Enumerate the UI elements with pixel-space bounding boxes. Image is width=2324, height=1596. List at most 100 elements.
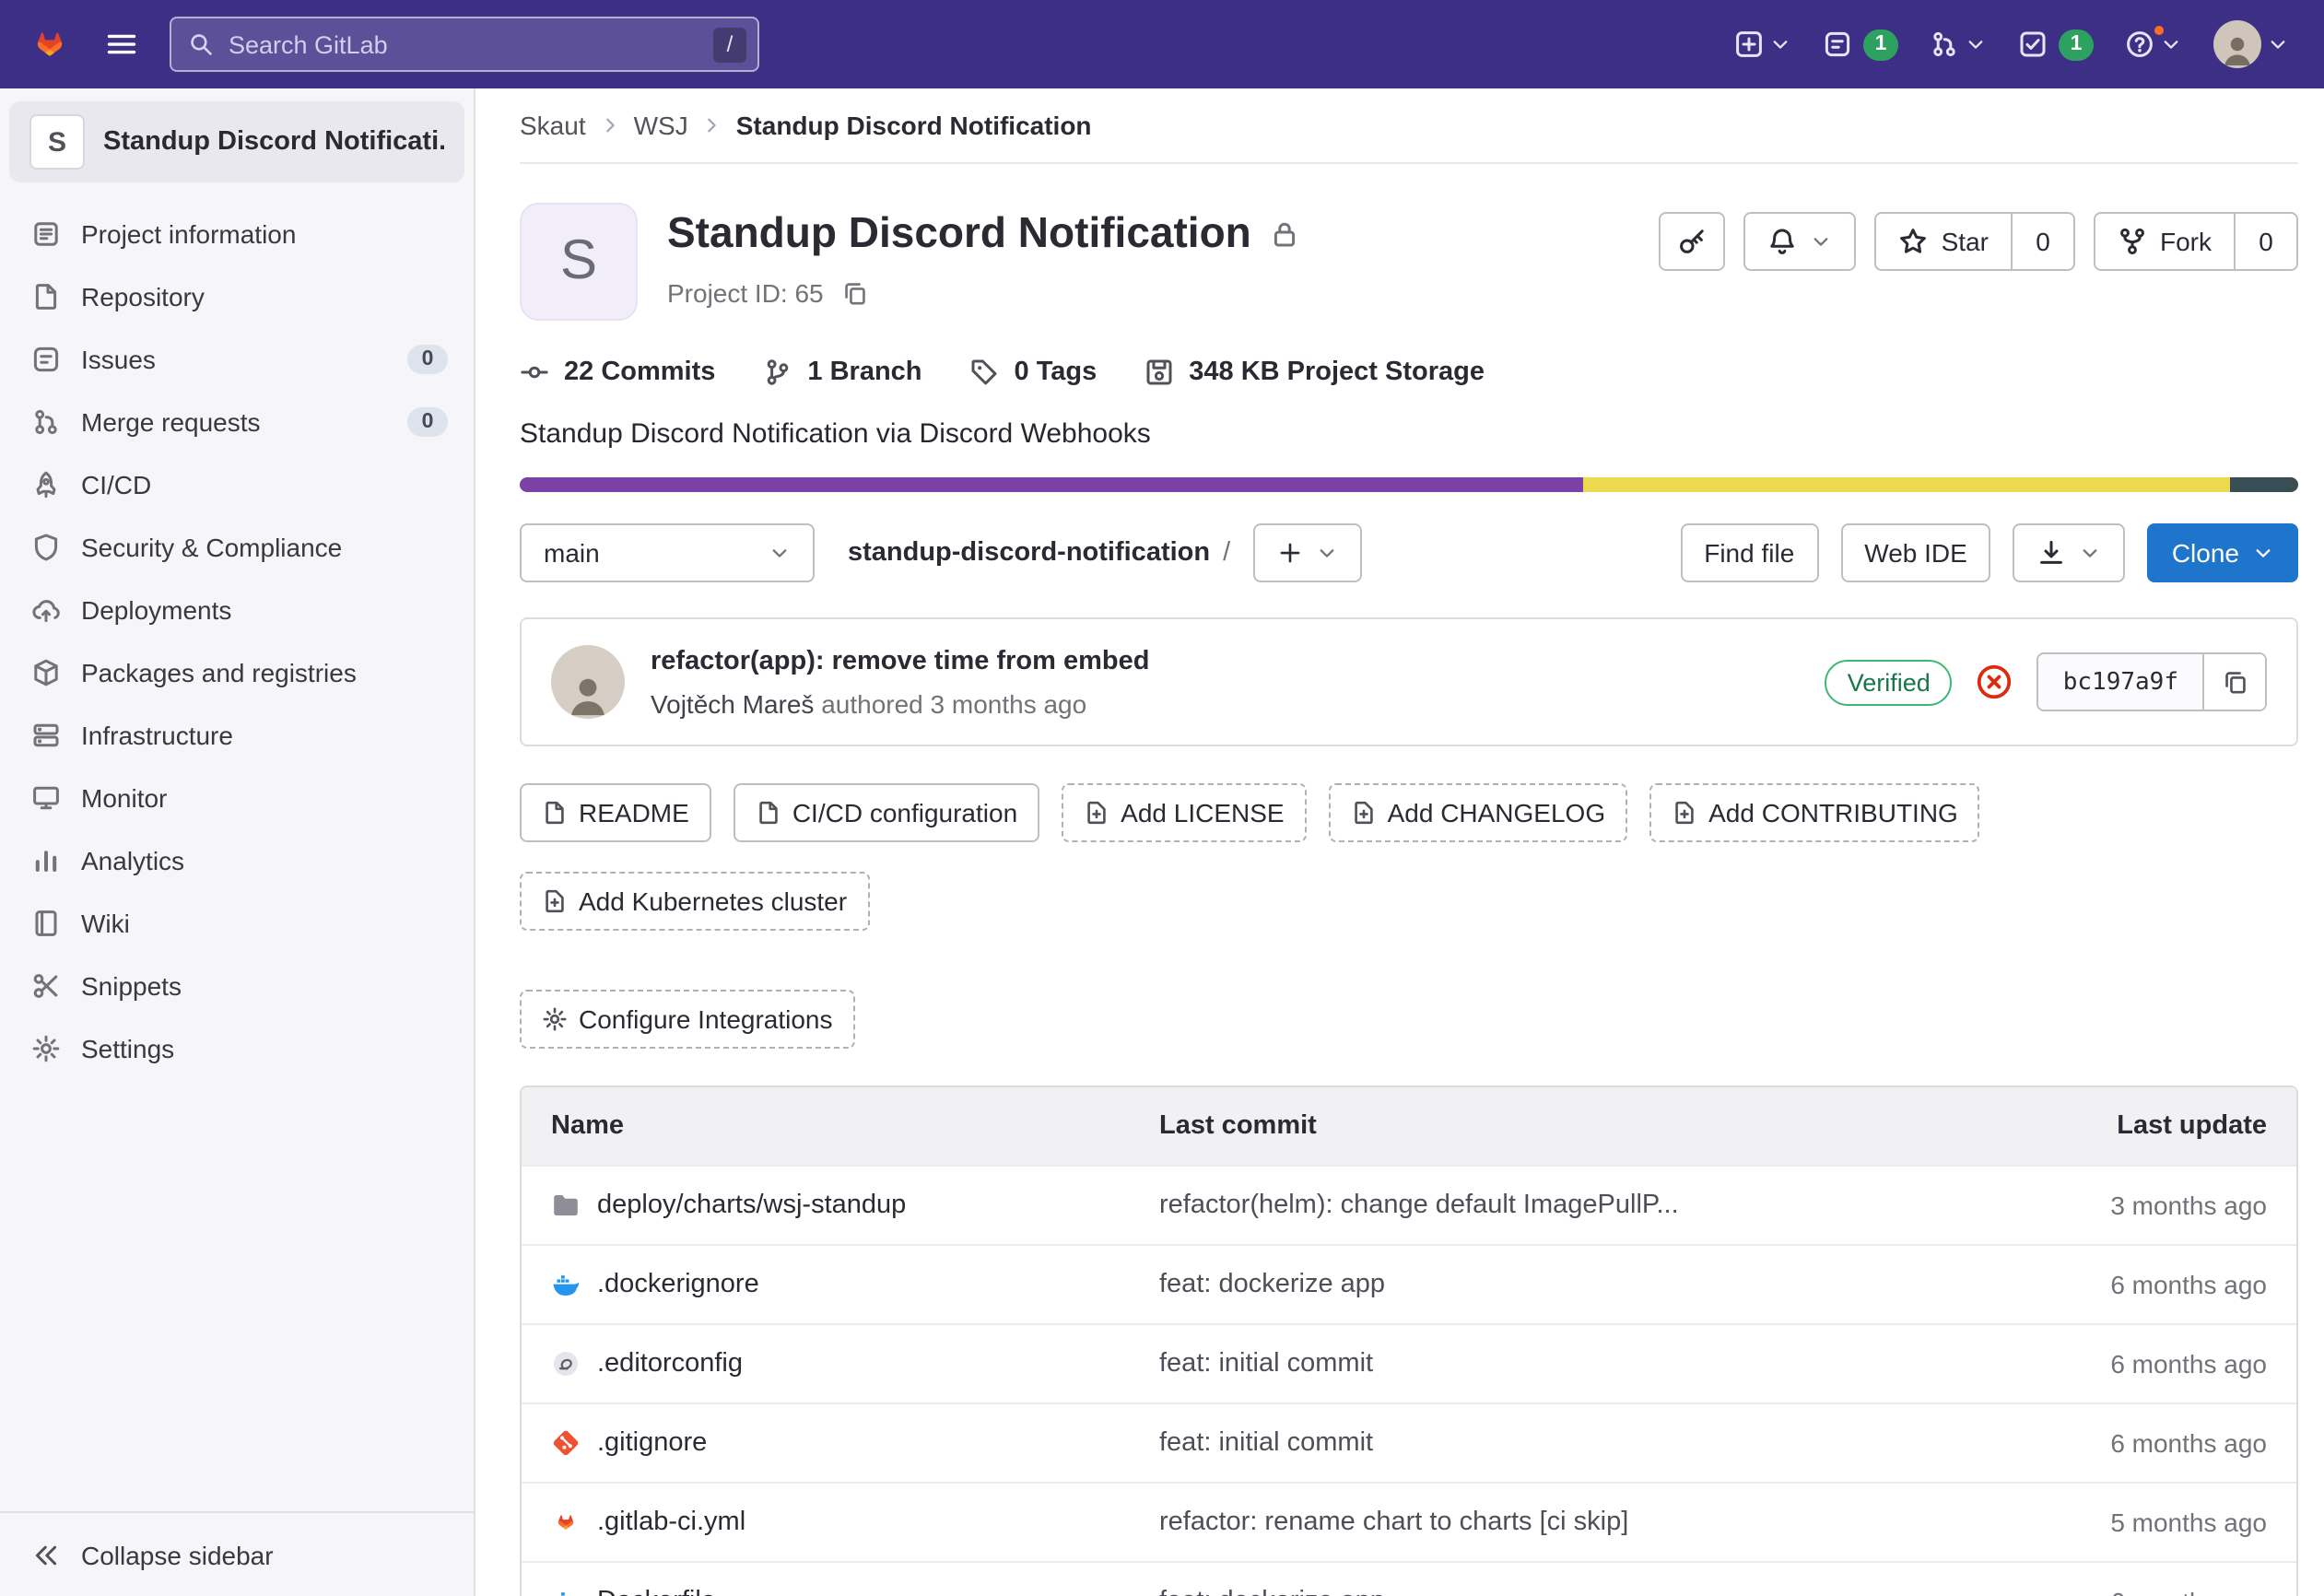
cicd-configuration-button[interactable]: CI/CD configuration xyxy=(734,783,1039,842)
commit-message-link[interactable]: feat: initial commit xyxy=(1159,1349,1990,1379)
commit-message-link[interactable]: refactor(helm): change default ImagePull… xyxy=(1159,1191,1990,1220)
doc-icon xyxy=(756,800,781,826)
file-row[interactable]: .gitlab-ci.yml refactor: rename chart to… xyxy=(522,1482,2296,1561)
stat-branches[interactable]: 1 Branch xyxy=(763,358,921,387)
file-link[interactable]: deploy/charts/wsj-standup xyxy=(551,1191,1159,1220)
project-information-icon xyxy=(31,219,61,249)
user-avatar xyxy=(2213,20,2261,68)
commit-message-link[interactable]: feat: initial commit xyxy=(1159,1428,1990,1458)
stat-commits[interactable]: 22 Commits xyxy=(520,358,715,387)
file-row[interactable]: deploy/charts/wsj-standup refactor(helm)… xyxy=(522,1165,2296,1244)
sidebar-item-packages-registries[interactable]: Packages and registries xyxy=(0,641,474,704)
sidebar-item-analytics[interactable]: Analytics xyxy=(0,829,474,892)
project-context-header[interactable]: S Standup Discord Notificati... xyxy=(9,101,464,182)
web-ide-button[interactable]: Web IDE xyxy=(1840,523,1991,582)
copy-project-id-button[interactable] xyxy=(839,276,872,309)
top-navbar: / 1 1 xyxy=(0,0,2324,88)
new-menu-button[interactable] xyxy=(1725,20,1801,68)
sidebar-item-label: Merge requests xyxy=(81,407,261,437)
breadcrumb-subgroup-link[interactable]: WSJ xyxy=(634,111,688,140)
sidebar-item-security-compliance[interactable]: Security & Compliance xyxy=(0,516,474,579)
header-last-update: Last update xyxy=(1990,1111,2267,1141)
breadcrumb-group-link[interactable]: Skaut xyxy=(520,111,586,140)
file-link[interactable]: .gitignore xyxy=(551,1428,1159,1458)
sidebar-item-merge-requests[interactable]: Merge requests0 xyxy=(0,391,474,453)
sidebar-item-label: Analytics xyxy=(81,846,184,875)
sidebar-item-snippets[interactable]: Snippets xyxy=(0,955,474,1017)
search-input[interactable] xyxy=(229,30,698,58)
merge-requests-menu-button[interactable] xyxy=(1920,20,1996,68)
stat-label: 22 Commits xyxy=(564,358,715,387)
file-link[interactable]: .gitlab-ci.yml xyxy=(551,1508,1159,1537)
commit-sha[interactable]: bc197a9f xyxy=(2039,654,2202,710)
tanuki-icon xyxy=(26,20,74,68)
global-search[interactable]: / xyxy=(170,17,759,72)
copy-sha-button[interactable] xyxy=(2202,654,2265,710)
commit-message-link[interactable]: refactor: rename chart to charts [ci ski… xyxy=(1159,1508,1990,1537)
quick-action-buttons: README CI/CD configuration Add LICENSE A… xyxy=(520,783,2298,1049)
project-sidebar: S Standup Discord Notificati... Project … xyxy=(0,88,475,1596)
commit-message-link[interactable]: feat: dockerize app xyxy=(1159,1270,1990,1299)
issues-menu-button[interactable]: 1 xyxy=(1813,19,1907,69)
configure-integrations-button[interactable]: Configure Integrations xyxy=(520,990,855,1049)
add-file-dropdown[interactable] xyxy=(1252,523,1361,582)
breadcrumb: Skaut WSJ Standup Discord Notification xyxy=(520,88,2298,164)
find-file-button[interactable]: Find file xyxy=(1680,523,1818,582)
user-menu-button[interactable] xyxy=(2204,11,2298,77)
language-bar[interactable] xyxy=(520,477,2298,492)
verified-badge[interactable]: Verified xyxy=(1825,659,1953,705)
notification-settings-button[interactable] xyxy=(1744,212,1857,271)
help-menu-button[interactable] xyxy=(2116,20,2191,68)
stat-storage[interactable]: 348 KB Project Storage xyxy=(1144,358,1485,387)
add-license-button[interactable]: Add LICENSE xyxy=(1062,783,1306,842)
chevron-down-icon xyxy=(1811,230,1833,252)
sidebar-item-project-information[interactable]: Project information xyxy=(0,203,474,265)
pipeline-failed-icon[interactable] xyxy=(1977,663,2013,700)
sidebar-item-label: Deployments xyxy=(81,595,231,625)
servers-icon xyxy=(31,721,61,750)
button-label: CI/CD configuration xyxy=(792,798,1017,827)
add-contributing-button[interactable]: Add CONTRIBUTING xyxy=(1649,783,1980,842)
download-button[interactable] xyxy=(2013,523,2126,582)
gitlab-logo[interactable] xyxy=(26,20,74,68)
sidebar-item-wiki[interactable]: Wiki xyxy=(0,892,474,955)
sidebar-item-deployments[interactable]: Deployments xyxy=(0,579,474,641)
key-button[interactable] xyxy=(1660,212,1726,271)
todos-button[interactable]: 1 xyxy=(2009,19,2103,69)
sidebar-item-infrastructure[interactable]: Infrastructure xyxy=(0,704,474,767)
sidebar-item-cicd[interactable]: CI/CD xyxy=(0,453,474,516)
stat-tags[interactable]: 0 Tags xyxy=(970,358,1097,387)
sidebar-item-label: Packages and registries xyxy=(81,658,357,687)
file-link[interactable]: Dockerfile xyxy=(551,1587,1159,1596)
file-row[interactable]: Dockerfile feat: dockerize app 6 months … xyxy=(522,1561,2296,1596)
sidebar-item-repository[interactable]: Repository xyxy=(0,265,474,328)
sidebar-item-label: Project information xyxy=(81,219,296,249)
file-row[interactable]: .editorconfig feat: initial commit 6 mon… xyxy=(522,1323,2296,1402)
add-changelog-button[interactable]: Add CHANGELOG xyxy=(1329,783,1628,842)
sidebar-item-issues[interactable]: Issues0 xyxy=(0,328,474,391)
star-button[interactable]: Star xyxy=(1875,212,2013,271)
file-row[interactable]: .dockerignore feat: dockerize app 6 mont… xyxy=(522,1244,2296,1323)
file-table-header: Name Last commit Last update xyxy=(522,1087,2296,1165)
commit-message-link[interactable]: feat: dockerize app xyxy=(1159,1587,1990,1596)
fork-count[interactable]: 0 xyxy=(2236,212,2298,271)
add-kubernetes-cluster-button[interactable]: Add Kubernetes cluster xyxy=(520,872,869,931)
file-link[interactable]: .dockerignore xyxy=(551,1270,1159,1299)
commit-author-avatar[interactable] xyxy=(551,645,625,719)
commit-message-link[interactable]: refactor(app): remove time from embed xyxy=(651,647,1149,676)
star-count[interactable]: 0 xyxy=(2013,212,2075,271)
branch-selector[interactable]: main xyxy=(520,523,815,582)
file-row[interactable]: .gitignore feat: initial commit 6 months… xyxy=(522,1402,2296,1482)
sidebar-item-settings[interactable]: Settings xyxy=(0,1017,474,1080)
fork-button[interactable]: Fork xyxy=(2094,212,2236,271)
menu-toggle-button[interactable] xyxy=(98,20,146,68)
readme-button[interactable]: README xyxy=(520,783,711,842)
file-link[interactable]: .editorconfig xyxy=(551,1349,1159,1379)
sidebar-item-monitor[interactable]: Monitor xyxy=(0,767,474,829)
clone-button[interactable]: Clone xyxy=(2148,523,2298,582)
current-branch: main xyxy=(544,538,600,568)
collapse-sidebar-button[interactable]: Collapse sidebar xyxy=(0,1511,474,1596)
tag-icon xyxy=(970,358,1000,387)
commit-author-name[interactable]: Vojtěch Mareš xyxy=(651,689,814,719)
package-icon xyxy=(31,658,61,687)
